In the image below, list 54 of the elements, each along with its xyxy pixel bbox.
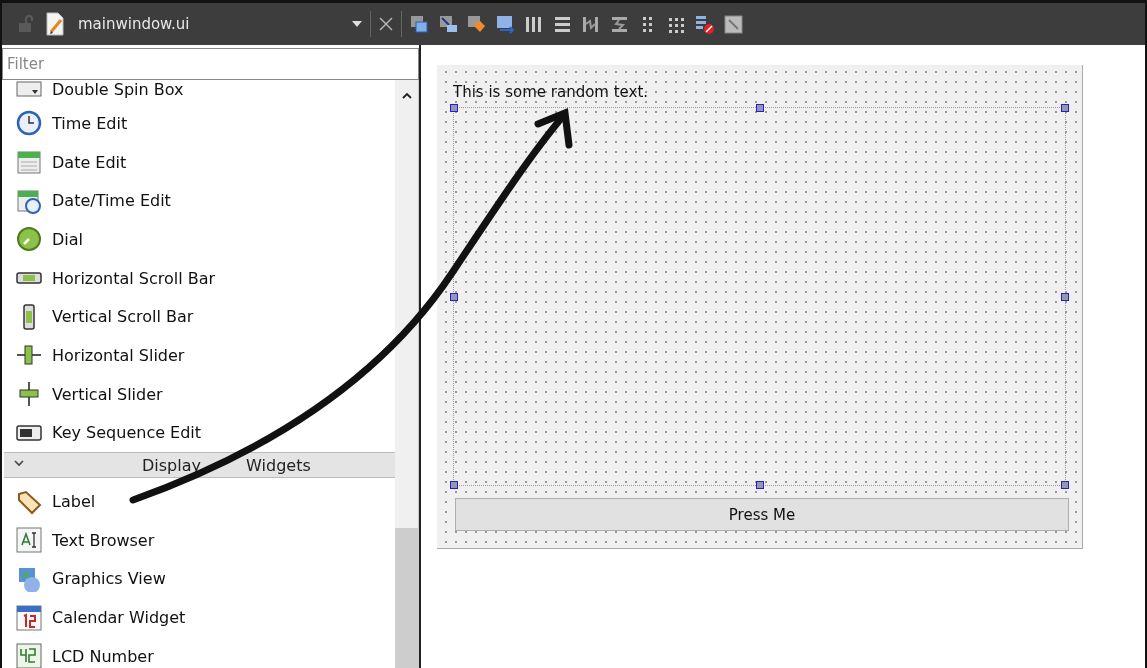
widget-list-item[interactable]: Horizontal Slider (2, 336, 395, 375)
picture-icon (16, 565, 42, 592)
widget-list-item[interactable]: Calendar Widget (2, 598, 395, 637)
widget-list-item[interactable]: Time Edit (2, 104, 395, 143)
widget-list-item[interactable]: Date Edit (2, 142, 395, 182)
calendar-clock-icon (16, 187, 42, 214)
selection-handle[interactable] (1061, 104, 1069, 112)
scroll-thumb[interactable] (395, 528, 418, 668)
scroll-bar[interactable] (395, 80, 419, 668)
filter-field[interactable]: Filter (2, 48, 419, 80)
clock-icon (16, 110, 42, 137)
widget-list-item[interactable]: Date/Time Edit (2, 181, 395, 221)
widget-list-item[interactable]: Dial (2, 220, 395, 259)
category-header[interactable]: Display Widgets (4, 452, 395, 479)
widget-list-item[interactable]: Graphics View (2, 559, 395, 599)
file-pen-icon (44, 11, 66, 37)
selection-handle[interactable] (450, 292, 458, 301)
label-text[interactable]: This is some random text. (453, 80, 649, 104)
selection-handle[interactable] (1061, 292, 1069, 301)
break-layout-icon[interactable] (695, 14, 714, 34)
dropdown-caret-icon[interactable] (352, 21, 362, 27)
vertical-split-icon[interactable] (609, 14, 629, 34)
widget-icon[interactable] (410, 14, 429, 34)
tag-icon[interactable] (467, 14, 486, 34)
tag-icon (16, 488, 42, 515)
selection-handle[interactable] (755, 104, 764, 112)
selection-handle[interactable] (755, 481, 764, 489)
widget-list-item[interactable]: Horizontal Scroll Bar (2, 258, 395, 298)
adjust-size-icon[interactable] (723, 14, 743, 34)
selection-handle[interactable] (1061, 481, 1069, 489)
columns-icon[interactable] (524, 14, 543, 34)
calendar-icon (16, 149, 42, 176)
horizontal-split-icon[interactable] (581, 14, 600, 34)
widget-list-item[interactable]: Vertical Scroll Bar (2, 297, 395, 337)
widget-list-item[interactable]: Key Sequence Edit (2, 413, 395, 453)
widget-arrow-icon[interactable] (438, 14, 458, 34)
widget-list-item[interactable]: Vertical Slider (2, 374, 395, 414)
file-name: mainwindow.ui (78, 15, 190, 33)
text-cursor-icon (16, 527, 42, 554)
rows-icon[interactable] (552, 14, 572, 34)
widget-list-item[interactable]: Double Spin Box (2, 80, 395, 104)
selection-handle[interactable] (450, 481, 458, 489)
tab-order-icon[interactable] (495, 14, 515, 34)
dial-icon (16, 226, 42, 253)
up-caret-icon[interactable] (401, 92, 412, 100)
lcd-digits-icon (16, 643, 42, 668)
widget-list-item[interactable]: LCD Number (2, 636, 395, 668)
press-me-button[interactable]: Press Me (455, 498, 1069, 531)
selection-handle[interactable] (450, 104, 458, 112)
close-icon[interactable] (379, 17, 393, 31)
widget-list-item[interactable]: Text Browser (2, 520, 395, 560)
vertical-slider-icon (16, 381, 42, 408)
calendar-day-icon (16, 604, 42, 631)
widget-list-item[interactable]: Label (2, 482, 395, 521)
